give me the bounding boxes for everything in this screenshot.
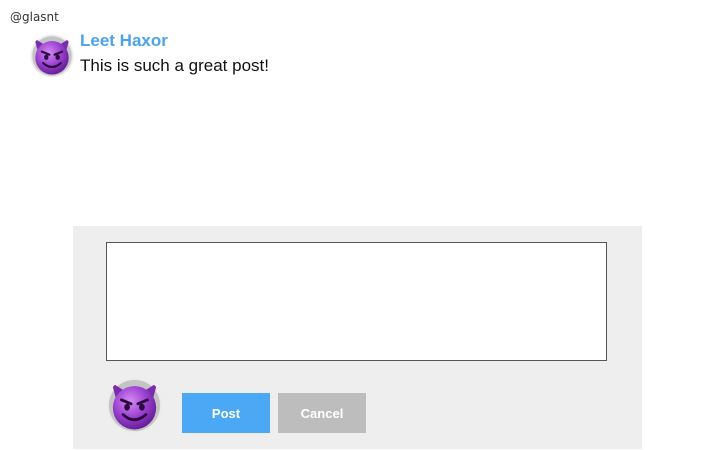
user-handle: @glasnt <box>10 10 59 24</box>
post-button[interactable]: Post <box>182 393 270 433</box>
composer-avatar <box>106 377 163 434</box>
comment-text: This is such a great post! <box>80 56 269 75</box>
comment: Leet Haxor This is such a great post! <box>30 31 630 81</box>
comment-avatar <box>30 34 74 78</box>
comment-author[interactable]: Leet Haxor <box>80 31 168 51</box>
cancel-button[interactable]: Cancel <box>278 393 366 433</box>
reply-textarea[interactable] <box>106 242 607 361</box>
smiling-devil-icon <box>106 377 163 434</box>
reply-composer: Post Cancel <box>73 226 642 449</box>
smiling-devil-icon <box>30 34 74 78</box>
